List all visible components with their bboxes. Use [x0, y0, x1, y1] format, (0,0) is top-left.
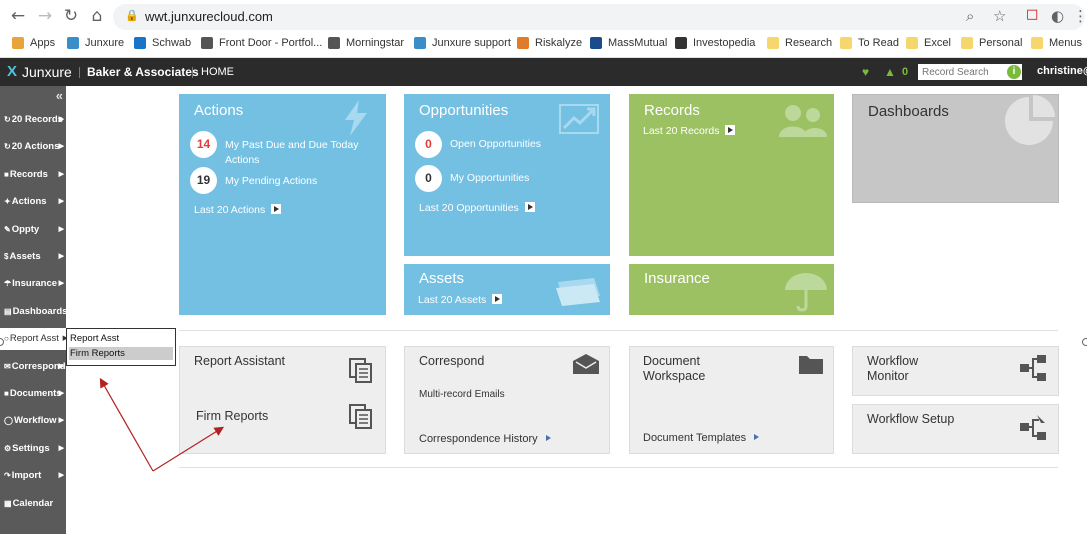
annotation-arrow-right [152, 426, 225, 472]
annotation-arrows [99, 377, 225, 472]
edge-handle [1082, 338, 1087, 346]
annotation-arrow-up [99, 377, 154, 472]
